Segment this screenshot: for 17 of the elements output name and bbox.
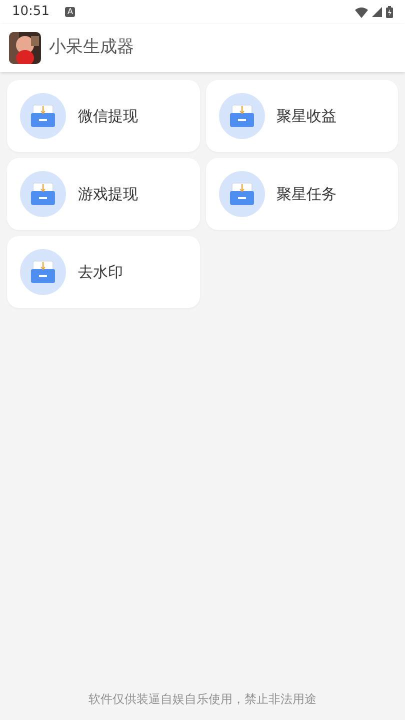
inbox-icon [20, 93, 66, 139]
clock: 10:51 [12, 3, 50, 22]
notification-icon: A [65, 7, 75, 17]
inbox-icon [218, 171, 264, 217]
app-title: 小呆生成器 [49, 36, 134, 60]
tile-button[interactable]: 去水印 [7, 236, 200, 308]
inbox-icon [218, 93, 264, 139]
battery-icon [386, 6, 393, 18]
tile-button[interactable]: 游戏提现 [7, 158, 200, 230]
signal-icon [372, 7, 382, 17]
tile-button[interactable]: 聚星任务 [206, 158, 398, 230]
wifi-icon [355, 6, 368, 18]
inbox-icon [20, 249, 66, 295]
tile-button[interactable]: 聚星收益 [206, 80, 398, 152]
disclaimer-text: 软件仅供装逼自娱自乐使用，禁止非法用途 [88, 691, 318, 708]
tile-button[interactable]: 微信提现 [7, 80, 200, 152]
inbox-icon [20, 171, 66, 217]
